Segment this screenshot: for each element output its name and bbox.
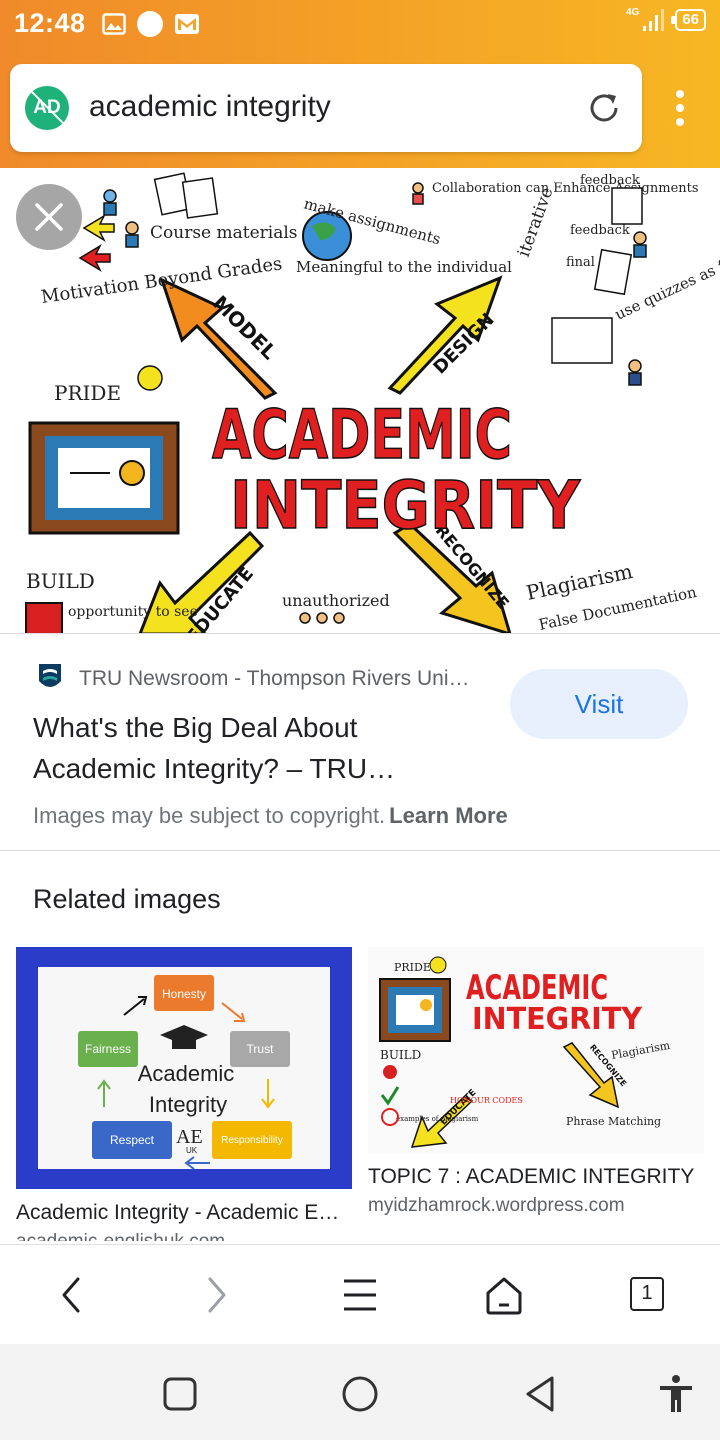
note-pride: PRIDE bbox=[54, 381, 121, 405]
thumb-honour: HONOUR CODES bbox=[450, 1096, 523, 1105]
note-feedback1: feedback bbox=[580, 173, 640, 188]
system-status-icons: 4G 66 bbox=[625, 6, 706, 32]
source-page-title[interactable]: What's the Big Deal About Academic Integ… bbox=[33, 707, 473, 789]
image-source-panel: TRU Newsroom - Thompson Rivers Universit… bbox=[0, 635, 720, 851]
recent-apps-icon[interactable] bbox=[158, 1372, 202, 1416]
related-title[interactable]: TOPIC 7 : ACADEMIC INTEGRITY bbox=[368, 1165, 698, 1189]
responsibility-label: Responsibility bbox=[221, 1135, 283, 1146]
accessibility-icon[interactable] bbox=[654, 1372, 698, 1416]
related-thumbnail[interactable]: Honesty Fairness Trust Respect Responsib… bbox=[16, 947, 352, 1189]
related-title[interactable]: Academic Integrity - Academic English UK bbox=[16, 1201, 346, 1225]
trust-label: Trust bbox=[247, 1042, 275, 1056]
cycle-center-academic: Academic bbox=[138, 1061, 235, 1086]
search-query-text[interactable]: academic integrity bbox=[89, 90, 331, 124]
adblock-badge-icon[interactable]: AD bbox=[25, 86, 69, 130]
cycle-center-integrity: Integrity bbox=[149, 1092, 227, 1117]
source-title-text[interactable]: What's the Big Deal About Academic Integ… bbox=[33, 707, 473, 789]
tru-logo-icon bbox=[39, 664, 61, 687]
topic7-thumbnail: PRIDE ACADEMIC INTEGRITY BUILD EDUCATE R… bbox=[368, 947, 704, 1153]
thumb-build: BUILD bbox=[380, 1048, 421, 1062]
ae-logo: AE bbox=[176, 1126, 203, 1148]
mail-icon bbox=[175, 14, 199, 34]
thumb-examples: examples of plagiarism bbox=[396, 1115, 479, 1123]
address-bar[interactable]: AD academic integrity bbox=[10, 64, 642, 152]
forward-icon[interactable] bbox=[192, 1273, 240, 1317]
tabs-count-button[interactable]: 1 bbox=[630, 1277, 664, 1311]
status-time: 12:48 bbox=[14, 8, 86, 38]
browser-header: 12:48 4G 66 AD academic integrity bbox=[0, 0, 720, 168]
related-image-card[interactable]: PRIDE ACADEMIC INTEGRITY BUILD EDUCATE R… bbox=[368, 947, 704, 1217]
close-icon[interactable] bbox=[16, 184, 82, 250]
signal-icon bbox=[643, 9, 665, 31]
thumb-pride: PRIDE bbox=[394, 961, 431, 974]
note-final: final bbox=[566, 255, 595, 270]
note-plagiarism: Plagiarism bbox=[524, 559, 635, 605]
notification-icons bbox=[102, 10, 200, 38]
gallery-icon bbox=[102, 13, 126, 35]
close-preview-button[interactable] bbox=[16, 184, 82, 250]
back-nav-icon[interactable] bbox=[518, 1372, 562, 1416]
hero-title-integrity: INTEGRITY bbox=[230, 467, 581, 544]
record-dot-icon bbox=[137, 11, 163, 37]
note-course: Course materials bbox=[150, 223, 298, 243]
status-bar: 12:48 4G 66 bbox=[0, 0, 720, 50]
home-nav-icon[interactable] bbox=[338, 1372, 382, 1416]
note-feedback2: feedback bbox=[570, 223, 630, 238]
image-preview[interactable]: MODEL DESIGN EDUCATE RECOGNIZE ACADEMIC … bbox=[0, 168, 720, 634]
note-unauthorized: unauthorized bbox=[282, 591, 390, 610]
related-domain: myidzhamrock.wordpress.com bbox=[368, 1195, 625, 1216]
related-images-heading: Related images bbox=[33, 884, 221, 914]
system-navigation-bar bbox=[0, 1344, 720, 1440]
academic-integrity-cycle-thumbnail: Honesty Fairness Trust Respect Responsib… bbox=[16, 947, 352, 1189]
note-meaningful: Meaningful to the individual bbox=[296, 258, 512, 276]
note-collab: Collaboration can Enhance Assignments bbox=[432, 181, 699, 196]
academic-integrity-illustration: MODEL DESIGN EDUCATE RECOGNIZE ACADEMIC … bbox=[25, 172, 720, 633]
related-thumbnail[interactable]: PRIDE ACADEMIC INTEGRITY BUILD EDUCATE R… bbox=[368, 947, 704, 1153]
reload-icon[interactable] bbox=[586, 90, 622, 126]
visit-button[interactable]: Visit bbox=[510, 669, 688, 739]
network-type: 4G bbox=[625, 6, 640, 18]
ae-logo-sub: UK bbox=[186, 1146, 198, 1155]
fairness-label: Fairness bbox=[85, 1042, 131, 1056]
copyright-text: Images may be subject to copyright. bbox=[33, 803, 386, 828]
battery-indicator: 66 bbox=[671, 9, 706, 31]
arrow-model-label: MODEL bbox=[208, 291, 282, 365]
browser-toolbar: 1 bbox=[0, 1244, 720, 1344]
note-build: BUILD bbox=[26, 569, 95, 593]
hero-title-academic: ACADEMIC bbox=[212, 396, 512, 475]
back-icon[interactable] bbox=[48, 1273, 96, 1317]
respect-label: Respect bbox=[110, 1133, 155, 1147]
home-icon[interactable] bbox=[480, 1273, 528, 1317]
related-domain: academic-englishuk.com bbox=[16, 1231, 346, 1241]
learn-more-link[interactable]: Learn More bbox=[389, 803, 508, 828]
copyright-notice: Images may be subject to copyright. Learn… bbox=[33, 803, 508, 829]
source-site-name[interactable]: TRU Newsroom - Thompson Rivers Universit… bbox=[79, 667, 479, 691]
note-motivation: Motivation Beyond Grades bbox=[40, 253, 284, 308]
related-image-card[interactable]: Honesty Fairness Trust Respect Responsib… bbox=[16, 947, 352, 1241]
note-opportunity: opportunity to see bbox=[68, 604, 198, 620]
thumb-phrase: Phrase Matching bbox=[566, 1115, 661, 1128]
honesty-label: Honesty bbox=[162, 987, 206, 1001]
menu-icon[interactable] bbox=[336, 1273, 384, 1317]
more-options-icon[interactable] bbox=[662, 88, 698, 128]
thumb-integrity: INTEGRITY bbox=[472, 1002, 643, 1037]
